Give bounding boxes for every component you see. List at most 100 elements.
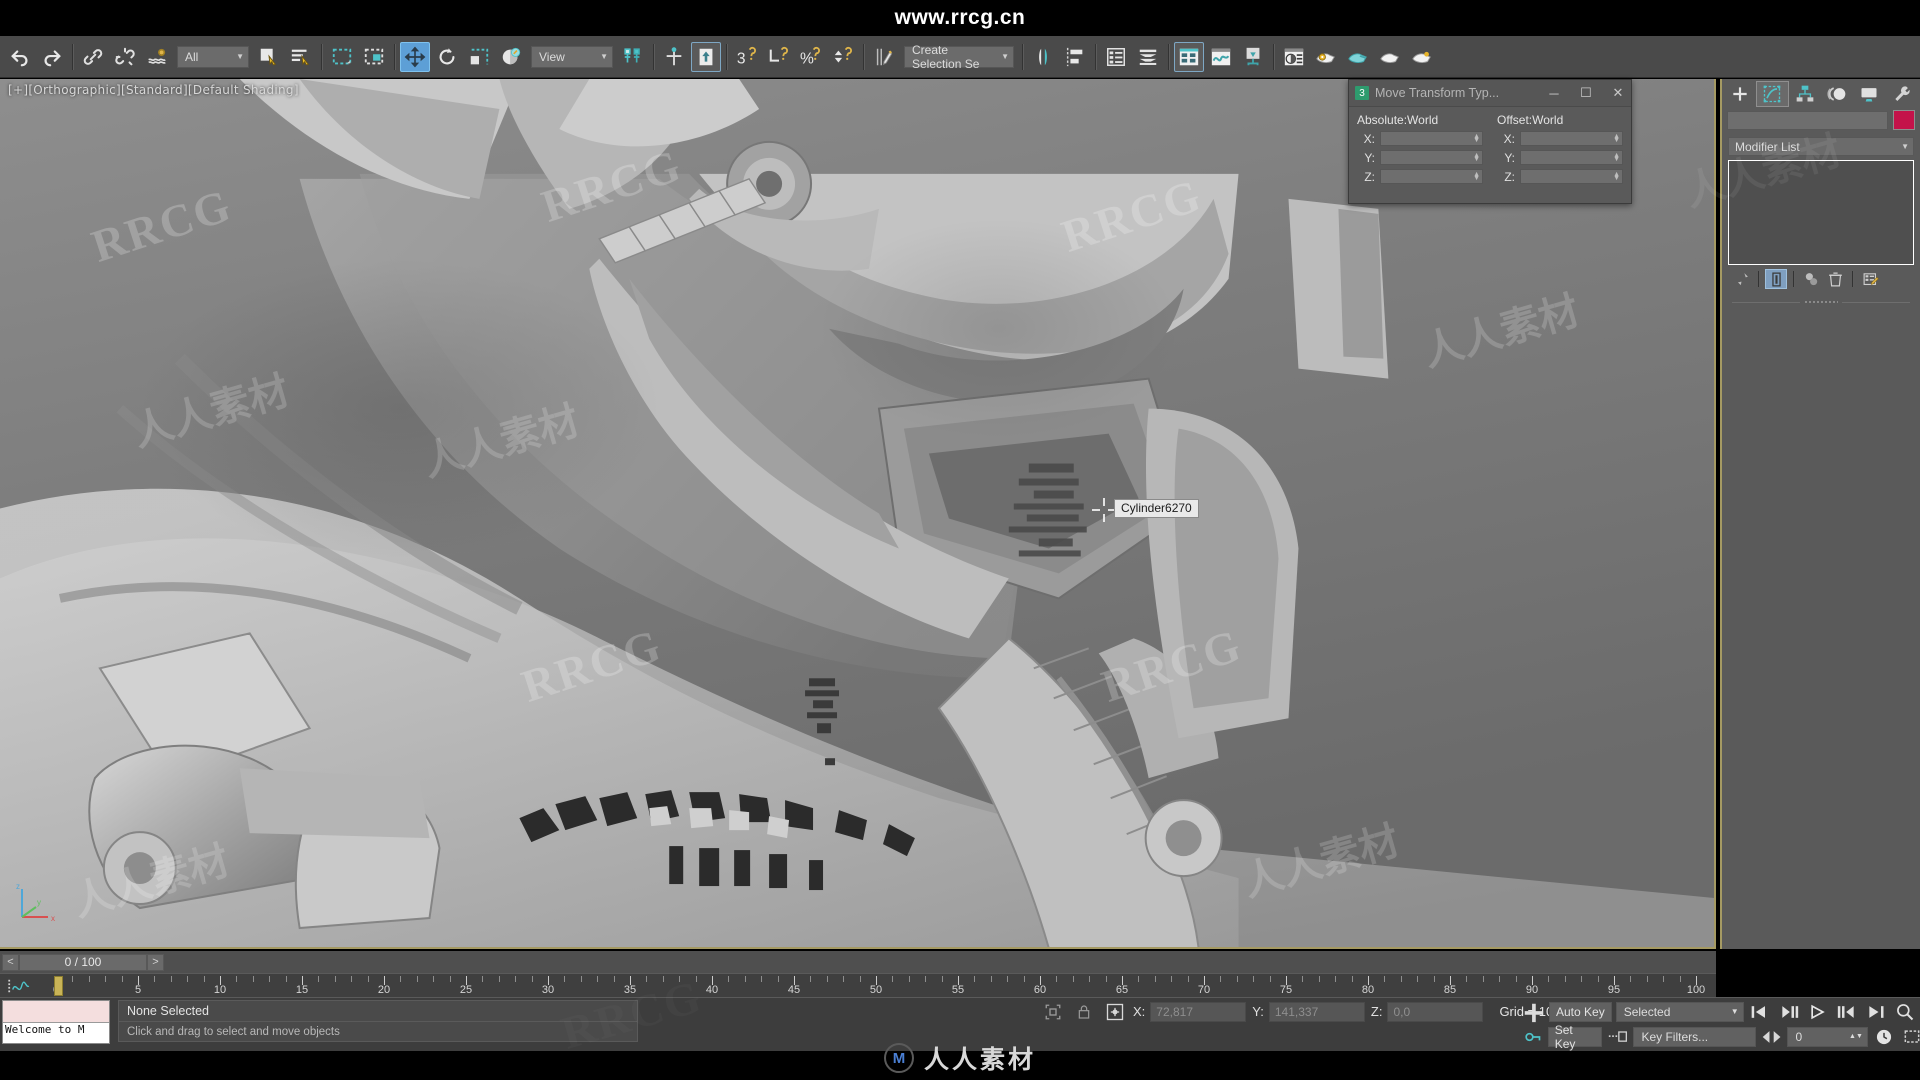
select-and-move-button[interactable] — [400, 41, 430, 72]
modify-tab[interactable] — [1756, 81, 1789, 107]
make-unique-button[interactable] — [1800, 269, 1822, 289]
coordinate-y-input[interactable]: 141,337 — [1268, 1001, 1365, 1022]
coordinate-x-input[interactable]: 72,817 — [1150, 1001, 1247, 1022]
toggle-set-key-mode-button[interactable] — [1520, 1026, 1544, 1047]
animation-filter-combo[interactable]: Selected ▼ — [1615, 1001, 1744, 1022]
absolute-x-input[interactable]: ▲ ▼ — [1380, 131, 1483, 146]
select-and-rotate-button[interactable] — [432, 42, 462, 72]
hierarchy-tab[interactable] — [1789, 81, 1821, 107]
spinner-icon[interactable]: ▲▼ — [1613, 133, 1620, 144]
spinner-icon[interactable]: ▲▼ — [1473, 171, 1480, 182]
angle-snap-toggle-button[interactable] — [764, 42, 794, 72]
minimize-button[interactable]: ─ — [1541, 81, 1567, 105]
use-pivot-point-center-button[interactable] — [618, 42, 648, 72]
next-frame-button[interactable]: > — [147, 953, 164, 971]
snaps-toggle-button[interactable]: 3 — [732, 42, 762, 72]
select-by-name-button[interactable] — [286, 42, 316, 72]
percent-snap-toggle-button[interactable]: % — [796, 42, 826, 72]
absolute-y-input[interactable]: ▲ ▼ — [1380, 150, 1483, 165]
select-and-scale-button[interactable] — [464, 42, 494, 72]
scene-explorer-button[interactable] — [1133, 42, 1163, 72]
spinner-icon[interactable]: ▲▼ — [1849, 1033, 1863, 1040]
offset-z-input[interactable]: ▲ ▼ — [1520, 169, 1623, 184]
time-slider-handle[interactable] — [54, 976, 63, 996]
absolute-z-input[interactable]: ▲ ▼ — [1380, 169, 1483, 184]
render-setup-button[interactable] — [1311, 42, 1341, 72]
time-configuration-button[interactable] — [1872, 1026, 1896, 1047]
redo-button[interactable] — [37, 42, 67, 72]
remove-modifier-button[interactable] — [1824, 269, 1846, 289]
spinner-icon[interactable]: ▲▼ — [1473, 152, 1480, 163]
offset-x-input[interactable]: ▲ ▼ — [1520, 131, 1623, 146]
reference-coordinate-system-combo[interactable]: View ▼ — [531, 45, 613, 68]
utilities-tab[interactable] — [1886, 81, 1918, 107]
edit-named-selection-sets-button[interactable] — [869, 42, 899, 72]
current-frame-display[interactable]: 0 / 100 — [19, 953, 147, 971]
render-production-button[interactable] — [1375, 42, 1405, 72]
select-and-manipulate-button[interactable] — [659, 42, 689, 72]
keyboard-shortcut-override-toggle[interactable] — [691, 41, 721, 72]
show-end-result-button[interactable] — [1765, 269, 1787, 289]
perspective-viewport[interactable]: [+][Orthographic][Standard][Default Shad… — [0, 79, 1716, 949]
select-and-link-button[interactable] — [78, 42, 108, 72]
spinner-icon[interactable]: ▲▼ — [1473, 133, 1480, 144]
maxscript-input-row[interactable] — [3, 1001, 109, 1023]
configure-modifier-sets-button[interactable] — [1859, 269, 1881, 289]
display-tab[interactable] — [1853, 81, 1885, 107]
toggle-ribbon-button[interactable] — [1174, 41, 1204, 72]
coordinate-z-input[interactable]: 0,0 — [1387, 1001, 1484, 1022]
close-icon[interactable]: ✕ — [1605, 81, 1631, 105]
schematic-view-button[interactable] — [1238, 42, 1268, 72]
maxscript-mini-listener[interactable]: Welcome to M — [2, 1000, 110, 1044]
spinner-icon[interactable]: ▲▼ — [1613, 171, 1620, 182]
viewport-label[interactable]: [+][Orthographic][Standard][Default Shad… — [8, 83, 299, 97]
selection-filter-combo[interactable]: All ▼ — [177, 45, 249, 68]
track-bar[interactable]: 0510152025303540455055606570758085909510… — [0, 973, 1716, 997]
rendered-frame-window-button[interactable] — [1343, 42, 1373, 72]
unlink-selection-button[interactable] — [110, 42, 140, 72]
motion-tab[interactable] — [1821, 81, 1853, 107]
modifier-list-combo[interactable]: Modifier List ▼ — [1728, 137, 1914, 156]
layer-explorer-button[interactable] — [1101, 42, 1131, 72]
select-object-button[interactable] — [254, 42, 284, 72]
offset-y-input[interactable]: ▲ ▼ — [1520, 150, 1623, 165]
current-frame-field[interactable]: 0 ▲▼ — [1787, 1026, 1868, 1047]
absolute-relative-transform-toggle[interactable] — [1102, 1001, 1127, 1022]
key-step-buttons[interactable] — [1760, 1026, 1784, 1047]
play-animation-button[interactable] — [1806, 1001, 1831, 1022]
go-to-start-button[interactable] — [1748, 1001, 1773, 1022]
key-filters-button[interactable]: Key Filters... — [1633, 1026, 1756, 1047]
dialog-titlebar[interactable]: 3 Move Transform Typ... ─ ☐ ✕ — [1349, 80, 1631, 107]
selection-lock-toggle[interactable] — [1071, 1001, 1096, 1022]
move-transform-type-in-dialog[interactable]: 3 Move Transform Typ... ─ ☐ ✕ Absolute:W… — [1348, 79, 1632, 204]
drag-grip[interactable] — [1804, 299, 1838, 305]
zoom-region-button[interactable] — [1900, 1026, 1920, 1047]
frame-ruler[interactable]: 0510152025303540455055606570758085909510… — [40, 974, 1716, 998]
previous-frame-button[interactable] — [1777, 1001, 1802, 1022]
window-crossing-toggle[interactable] — [359, 42, 389, 72]
add-time-tag-button[interactable] — [1520, 1001, 1545, 1022]
render-iterative-button[interactable] — [1407, 42, 1437, 72]
key-mode-toggle[interactable] — [1606, 1026, 1630, 1047]
material-editor-button[interactable] — [1279, 42, 1309, 72]
maximize-button[interactable]: ☐ — [1573, 81, 1599, 105]
mirror-button[interactable] — [1028, 42, 1058, 72]
next-frame-button[interactable] — [1835, 1001, 1860, 1022]
zoom-button[interactable] — [1893, 1001, 1918, 1022]
go-to-end-button[interactable] — [1864, 1001, 1889, 1022]
maxscript-output-row[interactable]: Welcome to M — [3, 1023, 109, 1043]
align-button[interactable] — [1060, 42, 1090, 72]
select-and-place-button[interactable] — [496, 42, 526, 72]
rectangular-selection-region-button[interactable] — [327, 42, 357, 72]
curve-editor-button[interactable] — [1206, 42, 1236, 72]
spinner-icon[interactable]: ▲▼ — [1613, 152, 1620, 163]
bind-to-space-warp-button[interactable] — [142, 42, 172, 72]
modifier-stack-list[interactable] — [1728, 160, 1914, 265]
auto-key-button[interactable]: Auto Key — [1549, 1001, 1612, 1022]
selection-lock-region-icon[interactable] — [1040, 1001, 1065, 1022]
set-key-button[interactable]: Set Key — [1547, 1023, 1602, 1051]
object-color-swatch[interactable] — [1893, 110, 1915, 130]
previous-frame-button[interactable]: < — [2, 953, 19, 971]
object-name-input[interactable] — [1727, 110, 1888, 130]
create-tab[interactable] — [1724, 81, 1756, 107]
